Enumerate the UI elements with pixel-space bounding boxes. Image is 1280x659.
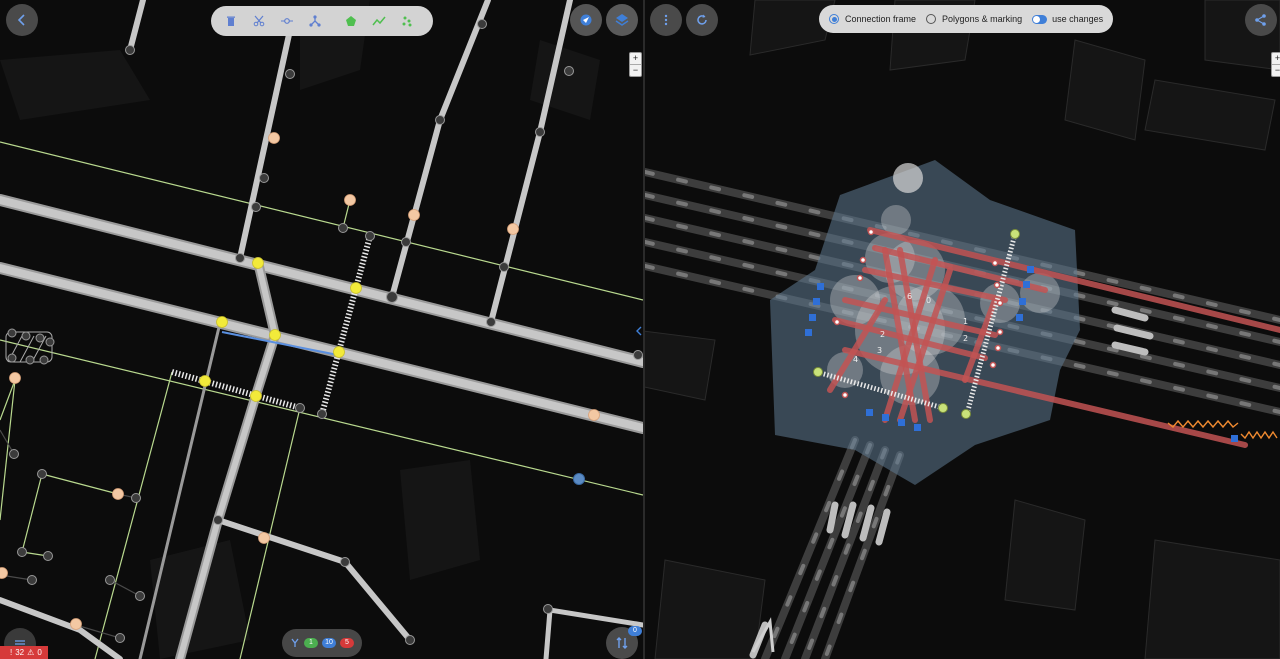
compass-icon bbox=[580, 14, 592, 26]
lane-number: 6 bbox=[907, 292, 912, 301]
right-zoom-control: + − bbox=[1271, 52, 1280, 77]
refresh-button[interactable] bbox=[686, 4, 718, 36]
node-icon[interactable] bbox=[273, 7, 301, 35]
left-map-pane[interactable]: + − 1 10 5 0 ! 32 ⚠ 0 bbox=[0, 0, 643, 659]
error-count: 32 bbox=[15, 648, 25, 657]
use-changes-option[interactable]: use changes bbox=[1032, 14, 1103, 24]
peach-nodes[interactable] bbox=[0, 132, 600, 630]
zoom-in-button[interactable]: + bbox=[630, 53, 641, 64]
warning-count: 0 bbox=[37, 648, 42, 657]
use-changes-label: use changes bbox=[1052, 14, 1104, 24]
refresh-icon bbox=[697, 14, 707, 25]
lane-number: 0 bbox=[926, 296, 931, 305]
share-button[interactable] bbox=[1245, 4, 1277, 36]
points-icon[interactable] bbox=[393, 7, 421, 35]
more-options-button[interactable] bbox=[650, 4, 682, 36]
branch-icon bbox=[291, 638, 299, 647]
lane-number: 1 bbox=[963, 317, 968, 326]
lane-number: 3 bbox=[877, 346, 882, 355]
zoom-out-button[interactable]: − bbox=[1272, 64, 1280, 76]
swap-vertical-icon bbox=[616, 637, 628, 649]
connection-frame-map[interactable]: 6 0 1 2 2 3 4 bbox=[645, 0, 1280, 659]
warning-icon: ⚠ bbox=[27, 648, 35, 657]
blue-node[interactable] bbox=[573, 473, 585, 485]
back-button[interactable] bbox=[6, 4, 38, 36]
swap-badge: 0 bbox=[628, 626, 642, 636]
lane-number: 2 bbox=[880, 330, 885, 339]
connection-frame-label: Connection frame bbox=[845, 14, 917, 24]
road-network-map[interactable] bbox=[0, 0, 643, 659]
share-icon bbox=[1255, 14, 1266, 26]
red-count: 5 bbox=[340, 638, 354, 648]
zoom-in-button[interactable]: + bbox=[1272, 53, 1280, 64]
junction-icon[interactable] bbox=[301, 7, 329, 35]
display-mode-bar: Connection frame Polygons & marking use … bbox=[819, 5, 1113, 33]
zigzag-edge-2[interactable] bbox=[1240, 430, 1278, 440]
polygons-marking-label: Polygons & marking bbox=[942, 14, 1023, 24]
trash-icon[interactable] bbox=[217, 7, 245, 35]
use-changes-toggle[interactable] bbox=[1032, 14, 1048, 24]
layers-icon bbox=[615, 14, 629, 26]
polygons-marking-option[interactable]: Polygons & marking bbox=[926, 14, 1022, 24]
issue-counts-pill[interactable]: 1 10 5 bbox=[282, 629, 362, 657]
error-status-bar[interactable]: ! 32 ⚠ 0 bbox=[0, 646, 48, 659]
edit-toolbar bbox=[211, 6, 433, 36]
lane-number: 2 bbox=[963, 334, 968, 343]
navigate-button[interactable] bbox=[570, 4, 602, 36]
scissors-icon[interactable] bbox=[245, 7, 273, 35]
chevron-left-icon bbox=[17, 14, 25, 26]
right-map-pane[interactable]: 6 0 1 2 2 3 4 Connection frame Polygons … bbox=[645, 0, 1280, 659]
green-count: 1 bbox=[304, 638, 318, 648]
lane-number: 4 bbox=[853, 355, 858, 364]
more-vertical-icon bbox=[664, 14, 668, 26]
zigzag-edge[interactable] bbox=[1167, 419, 1239, 429]
radio-polygons-marking[interactable] bbox=[926, 14, 937, 24]
layers-button[interactable] bbox=[606, 4, 638, 36]
blue-count: 10 bbox=[322, 638, 336, 648]
polyline-icon[interactable] bbox=[365, 7, 393, 35]
polygon-icon[interactable] bbox=[337, 7, 365, 35]
zoom-out-button[interactable]: − bbox=[630, 64, 641, 76]
error-icon: ! bbox=[10, 648, 13, 657]
split-handle-icon[interactable] bbox=[636, 326, 642, 336]
left-zoom-control: + − bbox=[629, 52, 642, 77]
radio-connection-frame[interactable] bbox=[829, 14, 839, 24]
connection-frame-option[interactable]: Connection frame bbox=[829, 14, 916, 24]
